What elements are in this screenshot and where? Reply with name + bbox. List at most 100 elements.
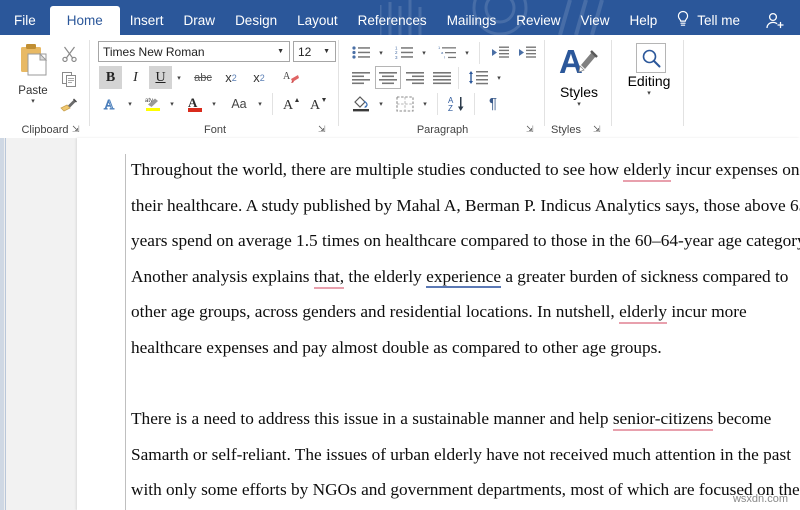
- clear-formatting-icon: A: [283, 71, 299, 83]
- spelling-error-elderly-1[interactable]: elderly: [623, 160, 672, 182]
- spelling-error-that[interactable]: that,: [313, 266, 345, 289]
- change-case-button[interactable]: Aa: [225, 92, 253, 115]
- text-highlight-dropdown-chevron[interactable]: ▾: [165, 92, 179, 115]
- text-effects-button[interactable]: A: [99, 92, 123, 115]
- decrease-indent-button[interactable]: [487, 41, 513, 64]
- shading-button[interactable]: [348, 92, 374, 115]
- shrink-font-icon: A: [310, 97, 326, 113]
- scissors-icon: [61, 46, 77, 62]
- styles-button[interactable]: A Styles ▾: [551, 41, 607, 115]
- text-boundary-line: [125, 154, 126, 510]
- font-name-combo[interactable]: Times New Roman ▼: [98, 41, 290, 62]
- sort-az-icon: A Z: [448, 96, 463, 112]
- borders-dropdown-chevron[interactable]: ▾: [418, 92, 432, 115]
- justify-button[interactable]: [429, 66, 455, 89]
- superscript-button[interactable]: x2: [246, 66, 272, 89]
- vertical-scrollbar-track[interactable]: [0, 138, 6, 510]
- group-separator: [474, 93, 475, 115]
- bold-button[interactable]: B: [99, 66, 122, 89]
- font-size-combo[interactable]: 12 ▼: [293, 41, 336, 62]
- strikethrough-button[interactable]: abc: [190, 66, 216, 89]
- paragraph-group-label: Paragraph: [416, 124, 469, 136]
- paragraph-1[interactable]: Throughout the world, there are multiple…: [131, 152, 800, 366]
- clipboard-paste-icon: [21, 44, 48, 76]
- document-text[interactable]: Throughout the world, there are multiple…: [131, 152, 800, 510]
- vertical-scrollbar-thumb[interactable]: [0, 138, 4, 510]
- italic-button[interactable]: I: [124, 66, 147, 89]
- tab-view[interactable]: View: [570, 7, 619, 35]
- styles-dialog-launcher[interactable]: ⇲: [593, 124, 604, 135]
- editing-button[interactable]: Editing ▾: [620, 41, 678, 115]
- tab-file[interactable]: File: [0, 7, 50, 35]
- shading-dropdown-chevron[interactable]: ▾: [374, 92, 388, 115]
- watermark: wsxdn.com: [732, 493, 788, 505]
- tab-insert[interactable]: Insert: [120, 7, 174, 35]
- chevron-down-icon[interactable]: ▼: [275, 48, 289, 55]
- paragraph-2[interactable]: There is a need to address this issue in…: [131, 401, 800, 510]
- paste-button[interactable]: Paste ▾: [8, 40, 58, 118]
- tell-me-label[interactable]: Tell me: [693, 7, 750, 35]
- numbering-dropdown-chevron[interactable]: ▾: [417, 41, 431, 64]
- paste-dropdown-chevron[interactable]: ▾: [8, 97, 58, 105]
- grow-font-button[interactable]: A: [279, 92, 303, 115]
- shrink-font-button[interactable]: A: [306, 92, 330, 115]
- multilevel-list-button[interactable]: 1 a i: [434, 41, 460, 64]
- multilevel-list-dropdown-chevron[interactable]: ▾: [460, 41, 474, 64]
- copy-button[interactable]: [56, 67, 82, 91]
- show-formatting-marks-button[interactable]: ¶: [480, 92, 506, 115]
- styles-dropdown-chevron[interactable]: ▾: [551, 100, 607, 108]
- format-painter-button[interactable]: [56, 93, 82, 117]
- tab-mailings[interactable]: Mailings: [437, 7, 507, 35]
- increase-indent-button[interactable]: [514, 41, 540, 64]
- bullets-dropdown-chevron[interactable]: ▾: [374, 41, 388, 64]
- svg-text:A: A: [283, 98, 294, 113]
- tab-help[interactable]: Help: [620, 7, 668, 35]
- text-effects-dropdown-chevron[interactable]: ▾: [123, 92, 137, 115]
- chevron-down-icon[interactable]: ▼: [321, 48, 335, 55]
- numbering-button[interactable]: 1 2 3: [391, 41, 417, 64]
- spelling-error-senior-citizens[interactable]: senior-citizens: [612, 409, 714, 432]
- tab-review[interactable]: Review: [506, 7, 570, 35]
- underline-button[interactable]: U: [149, 66, 172, 89]
- word-window: File Home Insert Draw Design Layout Refe…: [0, 0, 800, 510]
- font-size-value: 12: [298, 44, 312, 59]
- align-left-button[interactable]: [348, 66, 374, 89]
- share-person-icon[interactable]: [764, 7, 786, 35]
- tab-layout[interactable]: Layout: [287, 7, 348, 35]
- sort-button[interactable]: A Z: [444, 92, 470, 115]
- change-case-dropdown-chevron[interactable]: ▾: [253, 92, 267, 115]
- align-center-button[interactable]: [375, 66, 401, 89]
- tab-home[interactable]: Home: [49, 6, 120, 35]
- clipboard-dialog-launcher[interactable]: ⇲: [72, 124, 83, 135]
- spelling-error-elderly-2[interactable]: elderly: [619, 302, 668, 325]
- editing-label: Editing: [627, 73, 671, 89]
- editing-icon-box[interactable]: [636, 43, 666, 73]
- clear-formatting-button[interactable]: A: [278, 66, 304, 89]
- svg-text:A: A: [310, 98, 321, 113]
- line-spacing-icon: [468, 71, 488, 85]
- borders-button[interactable]: [392, 92, 418, 115]
- align-right-button[interactable]: [402, 66, 428, 89]
- line-spacing-dropdown-chevron[interactable]: ▾: [492, 66, 506, 89]
- tab-design[interactable]: Design: [225, 7, 287, 35]
- editing-dropdown-chevron[interactable]: ▾: [620, 89, 678, 97]
- font-dialog-launcher[interactable]: ⇲: [318, 124, 329, 135]
- document-page[interactable]: Throughout the world, there are multiple…: [77, 138, 800, 510]
- tab-references[interactable]: References: [348, 7, 437, 35]
- cut-button[interactable]: [56, 41, 82, 65]
- paste-label: Paste: [18, 85, 48, 97]
- shading-bucket-icon: [352, 96, 369, 112]
- font-color-button[interactable]: A: [183, 92, 207, 115]
- font-color-dropdown-chevron[interactable]: ▾: [207, 92, 221, 115]
- underline-dropdown-chevron[interactable]: ▾: [172, 66, 186, 89]
- tell-me-box[interactable]: Tell me: [667, 7, 750, 35]
- group-separator: [479, 42, 480, 64]
- text-highlight-color-button[interactable]: aty: [141, 92, 165, 115]
- bullets-button[interactable]: [348, 41, 374, 64]
- grammar-suggestion-experience[interactable]: experience: [426, 266, 501, 288]
- align-center-icon: [378, 71, 397, 84]
- subscript-button[interactable]: x2: [218, 66, 244, 89]
- paragraph-dialog-launcher[interactable]: ⇲: [526, 124, 537, 135]
- line-spacing-button[interactable]: [464, 66, 492, 89]
- tab-draw[interactable]: Draw: [174, 7, 226, 35]
